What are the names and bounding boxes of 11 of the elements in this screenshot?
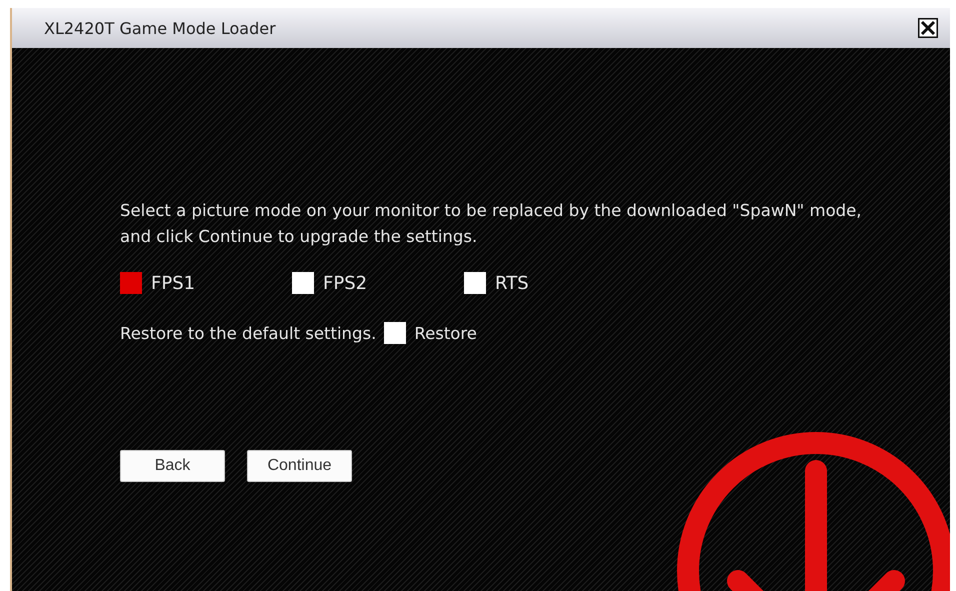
close-icon [918, 18, 938, 38]
mode-checkbox[interactable]: RTS [464, 272, 636, 294]
mode-checkbox[interactable]: FPS2 [292, 272, 464, 294]
dialog-button[interactable]: Back [120, 450, 225, 482]
restore-text: Restore to the default settings. [120, 324, 376, 342]
mode-checkbox[interactable]: FPS1 [120, 272, 292, 294]
instruction-text: Select a picture mode on your monitor to be replaced by the downloaded "SpawN" mode, and click Continue to upgrade the settings. [120, 200, 863, 248]
restore-checkbox[interactable]: Restore [384, 322, 477, 344]
close-button[interactable] [918, 18, 938, 38]
dialog-button[interactable]: Continue [247, 450, 352, 482]
window-title: XL2420T Game Mode Loader [44, 18, 276, 38]
